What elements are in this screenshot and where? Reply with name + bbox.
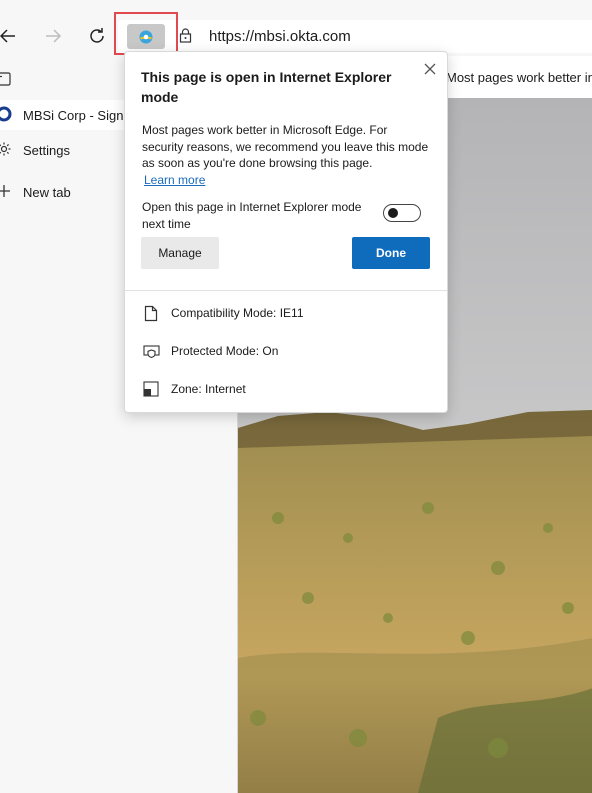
forward-arrow-icon[interactable]	[37, 20, 69, 52]
zone-icon	[142, 380, 160, 398]
okta-favicon	[0, 106, 12, 125]
refresh-icon[interactable]	[81, 20, 113, 52]
learn-more-link[interactable]: Learn more	[144, 173, 205, 187]
lock-icon[interactable]	[179, 28, 192, 48]
document-icon	[142, 304, 160, 322]
plus-icon	[0, 183, 12, 202]
tab-title: MBSi Corp - Sign In	[23, 107, 123, 123]
shield-icon	[142, 342, 160, 360]
tab-actions-icon	[0, 71, 12, 90]
compatibility-mode-row: Compatibility Mode: IE11	[142, 303, 304, 323]
zone-text: Zone: Internet	[171, 382, 246, 396]
protected-mode-text: Protected Mode: On	[171, 344, 279, 358]
toggle-knob	[388, 208, 398, 218]
zone-row: Zone: Internet	[142, 379, 246, 399]
done-button[interactable]: Done	[352, 237, 430, 269]
compatibility-mode-text: Compatibility Mode: IE11	[171, 306, 304, 320]
browser-toolbar: https://mbsi.okta.com	[0, 0, 592, 56]
ie-mode-flyout: This page is open in Internet Explorer m…	[124, 51, 448, 413]
sidebar-item-label: New tab	[23, 184, 71, 200]
sidebar-item-label: Settings	[23, 142, 70, 158]
flyout-title: This page is open in Internet Explorer m…	[141, 69, 392, 105]
gear-icon	[0, 141, 12, 160]
toggle-label: Open this page in Internet Explorer mode…	[142, 200, 362, 231]
manage-button[interactable]: Manage	[141, 237, 219, 269]
address-bar-url[interactable]: https://mbsi.okta.com	[209, 28, 351, 45]
info-bar-text: Most pages work better in	[446, 70, 592, 85]
open-in-ie-mode-toggle[interactable]	[383, 204, 421, 222]
flyout-description: Most pages work better in Microsoft Edge…	[142, 123, 429, 170]
back-arrow-icon[interactable]	[0, 20, 24, 52]
close-icon[interactable]	[421, 60, 439, 78]
divider	[125, 290, 447, 291]
ie-mode-highlight	[114, 12, 178, 55]
protected-mode-row: Protected Mode: On	[142, 341, 278, 361]
